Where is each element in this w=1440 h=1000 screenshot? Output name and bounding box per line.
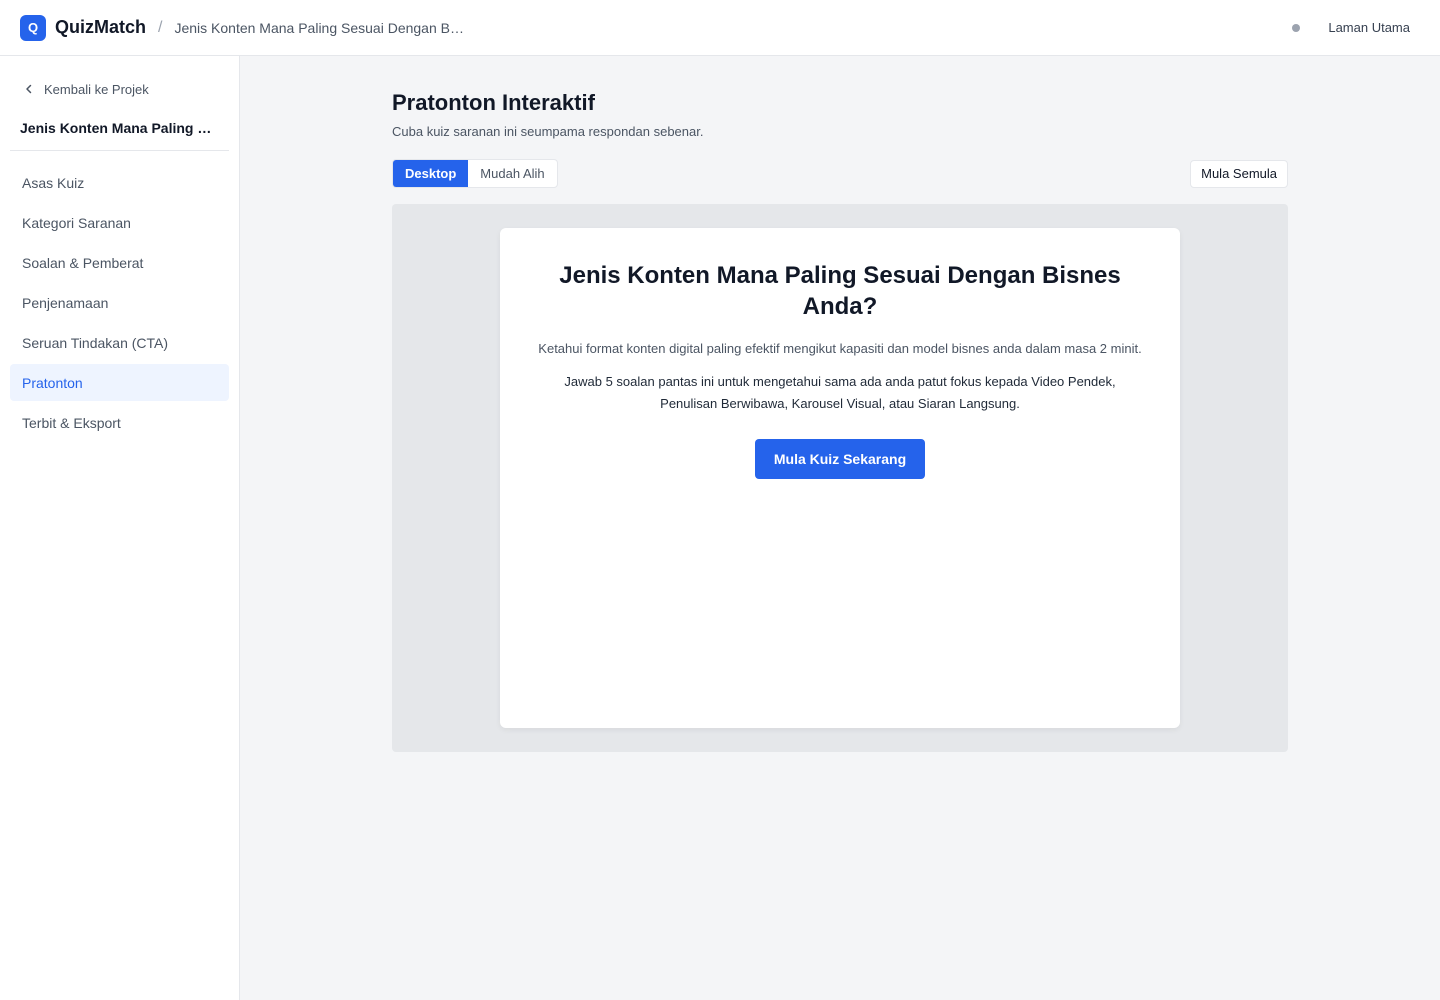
status-dot-icon — [1292, 23, 1301, 32]
sidebar-item-kategori-saranan[interactable]: Kategori Saranan — [10, 204, 229, 241]
sidebar-item-penjenamaan[interactable]: Penjenamaan — [10, 284, 229, 321]
restart-button[interactable]: Mula Semula — [1190, 159, 1288, 188]
home-link[interactable]: Laman Utama — [1328, 20, 1410, 35]
page-subtitle: Cuba kuiz saranan ini seumpama respondan… — [392, 124, 704, 139]
back-to-projects-link[interactable]: Kembali ke Projek — [10, 80, 229, 98]
sidebar-item-soalan-pemberat[interactable]: Soalan & Pemberat — [10, 244, 229, 281]
breadcrumb: Jenis Konten Mana Paling Sesuai Dengan B… — [174, 19, 464, 36]
top-bar: Q QuizMatch / Jenis Konten Mana Paling S… — [0, 0, 1440, 56]
sidebar-nav: Asas Kuiz Kategori Saranan Soalan & Pemb… — [10, 164, 229, 441]
preview-toolbar: Desktop Mudah Alih Mula Semula — [392, 159, 1288, 188]
sidebar-divider — [10, 150, 229, 151]
tab-mobile[interactable]: Mudah Alih — [468, 160, 556, 187]
view-toggle: Desktop Mudah Alih — [392, 159, 558, 188]
back-label: Kembali ke Projek — [44, 81, 149, 97]
breadcrumb-separator: / — [158, 18, 163, 36]
sidebar-item-terbit-eksport[interactable]: Terbit & Eksport — [10, 404, 229, 441]
top-right-area: Laman Utama — [1292, 20, 1420, 35]
tab-desktop[interactable]: Desktop — [393, 160, 469, 187]
sidebar: Kembali ke Projek Jenis Konten Mana Pali… — [0, 56, 240, 1000]
page-title: Pratonton Interaktif — [392, 90, 595, 115]
quiz-title: Jenis Konten Mana Paling Sesuai Dengan B… — [559, 262, 1121, 320]
quiz-description: Ketahui format konten digital paling efe… — [538, 341, 1142, 356]
main-content: Pratonton Interaktif Cuba kuiz saranan i… — [392, 56, 1288, 752]
sidebar-item-asas-kuiz[interactable]: Asas Kuiz — [10, 164, 229, 201]
sidebar-item-pratonton[interactable]: Pratonton — [10, 364, 229, 401]
quiz-intro: Jawab 5 soalan pantas ini untuk mengetah… — [564, 374, 1116, 411]
app-logo-icon[interactable]: Q — [20, 14, 46, 41]
sidebar-item-cta[interactable]: Seruan Tindakan (CTA) — [10, 324, 229, 361]
app-brand[interactable]: QuizMatch — [55, 17, 146, 38]
chevron-left-icon — [26, 84, 32, 94]
quiz-card: Jenis Konten Mana Paling Sesuai Dengan B… — [500, 228, 1180, 728]
project-name: Jenis Konten Mana Paling Sesuai Dengan B… — [20, 120, 229, 136]
preview-frame: Jenis Konten Mana Paling Sesuai Dengan B… — [392, 204, 1288, 752]
start-quiz-button[interactable]: Mula Kuiz Sekarang — [755, 439, 925, 479]
